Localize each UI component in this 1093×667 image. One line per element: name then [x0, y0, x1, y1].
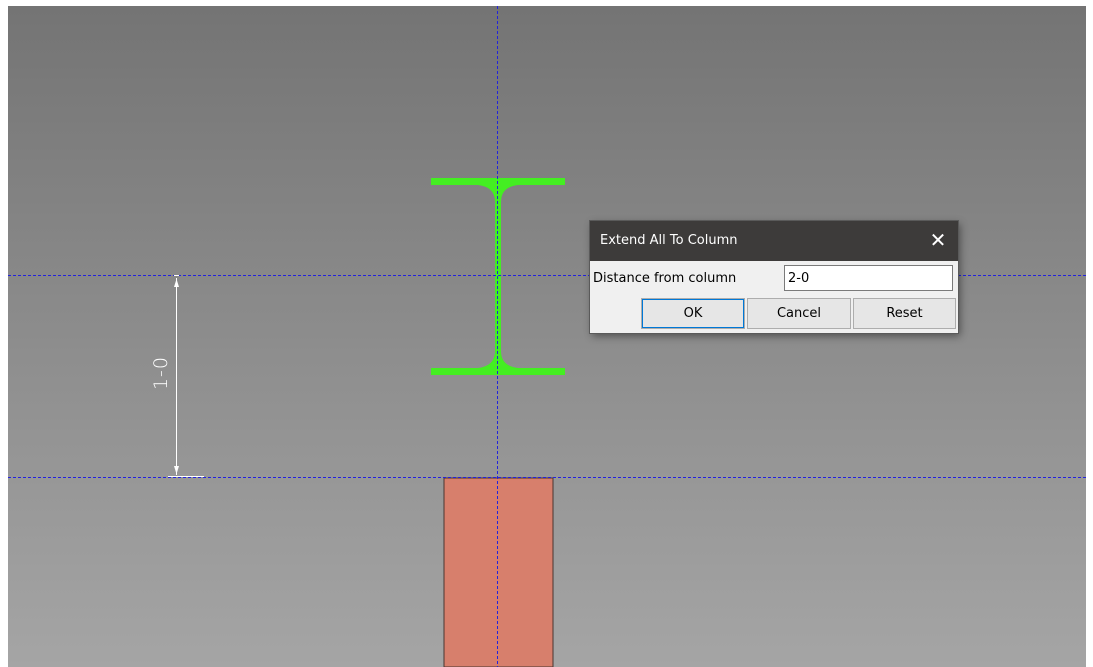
close-icon[interactable]: ✕	[918, 221, 958, 261]
reset-button[interactable]: Reset	[853, 298, 956, 329]
dialog-title: Extend All To Column	[600, 233, 738, 248]
column-section	[443, 477, 554, 667]
distance-row: Distance from column	[590, 263, 958, 293]
model-drawing	[8, 6, 1086, 667]
dimension-label: 1-0	[150, 355, 172, 391]
dialog-titlebar[interactable]: Extend All To Column ✕	[590, 221, 958, 261]
ok-button[interactable]: OK	[641, 298, 745, 329]
model-viewport[interactable]: 1-0	[8, 6, 1086, 667]
cancel-button[interactable]: Cancel	[747, 298, 851, 329]
distance-input[interactable]	[784, 265, 953, 291]
dimension-line	[168, 275, 204, 477]
distance-label: Distance from column	[593, 271, 737, 286]
extend-all-to-column-dialog: Extend All To Column ✕ Distance from col…	[590, 221, 958, 333]
